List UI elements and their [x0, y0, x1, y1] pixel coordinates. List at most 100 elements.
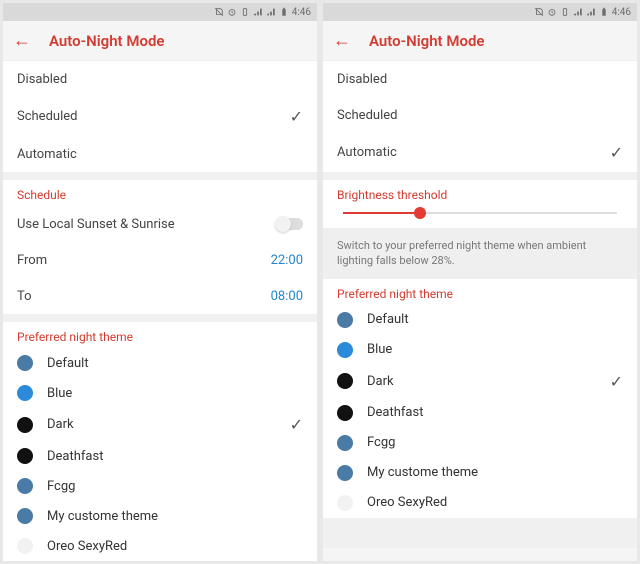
signal-icon — [253, 7, 263, 17]
theme-row[interactable]: Oreo SexyRed — [3, 531, 317, 561]
from-row[interactable]: From 22:00 — [3, 242, 317, 278]
to-row[interactable]: To 08:00 — [3, 278, 317, 314]
theme-swatch — [17, 508, 33, 524]
theme-swatch — [17, 538, 33, 554]
theme-swatch — [337, 495, 353, 511]
theme-label: Deathfast — [367, 405, 623, 420]
theme-swatch — [17, 385, 33, 401]
theme-label: Blue — [367, 342, 623, 357]
theme-row[interactable]: Fcgg — [323, 428, 637, 458]
signal-icon-2 — [586, 7, 596, 17]
screen-automatic: 4:46 ← Auto-Night Mode Disabled Schedule… — [323, 3, 637, 561]
theme-row[interactable]: Dark ✓ — [3, 408, 317, 441]
theme-row[interactable]: Blue — [323, 335, 637, 365]
theme-row[interactable]: Dark ✓ — [323, 365, 637, 398]
theme-label: Fcgg — [47, 479, 303, 494]
theme-list-right: Default Blue Dark ✓ Deathfast Fcgg My custome … — [323, 305, 637, 518]
mode-label: Scheduled — [337, 108, 397, 123]
theme-row[interactable]: Default — [3, 348, 317, 378]
signal-icon-2 — [266, 7, 276, 17]
theme-swatch — [17, 417, 33, 433]
mode-automatic[interactable]: Automatic — [3, 136, 317, 172]
mode-label: Disabled — [17, 72, 67, 87]
slider-fill — [343, 212, 420, 214]
page-title: Auto-Night Mode — [49, 32, 164, 50]
theme-swatch — [337, 342, 353, 358]
mode-label: Scheduled — [17, 109, 77, 124]
to-label: To — [17, 289, 32, 304]
alarm-icon — [227, 7, 237, 17]
mode-scheduled[interactable]: Scheduled ✓ — [3, 97, 317, 136]
theme-label: My custome theme — [47, 509, 303, 524]
brightness-header: Brightness threshold — [323, 180, 637, 206]
theme-label: Oreo SexyRed — [47, 539, 303, 554]
theme-swatch — [337, 373, 353, 389]
page-title: Auto-Night Mode — [369, 32, 484, 50]
mode-label: Automatic — [337, 145, 397, 160]
theme-label: Dark — [47, 417, 276, 432]
mode-label: Disabled — [337, 72, 387, 87]
check-icon: ✓ — [610, 143, 623, 162]
theme-row[interactable]: My custome theme — [323, 458, 637, 488]
check-icon: ✓ — [610, 372, 623, 391]
theme-label: Default — [367, 312, 623, 327]
theme-swatch — [17, 355, 33, 371]
brightness-hint: Switch to your preferred night theme whe… — [323, 228, 637, 279]
from-value: 22:00 — [271, 253, 303, 268]
status-time: 4:46 — [612, 7, 631, 18]
from-label: From — [17, 253, 47, 268]
theme-label: Fcgg — [367, 435, 623, 450]
theme-label: Deathfast — [47, 449, 303, 464]
brightness-slider[interactable] — [343, 212, 617, 214]
mode-list: Disabled Scheduled ✓ Automatic — [3, 61, 317, 172]
back-icon[interactable]: ← — [333, 30, 351, 51]
screen-scheduled: 4:46 ← Auto-Night Mode Disabled Schedule… — [3, 3, 317, 561]
theme-swatch — [337, 435, 353, 451]
theme-row[interactable]: Fcgg — [3, 471, 317, 501]
theme-row[interactable]: Deathfast — [323, 398, 637, 428]
theme-row[interactable]: Blue — [3, 378, 317, 408]
no-sim-icon — [214, 7, 224, 17]
alarm-icon — [547, 7, 557, 17]
local-sunset-label: Use Local Sunset & Sunrise — [17, 217, 175, 232]
mode-disabled[interactable]: Disabled — [3, 61, 317, 97]
theme-list-left: Default Blue Dark ✓ Deathfast Fcgg My custome … — [3, 348, 317, 561]
vibrate-icon — [240, 7, 250, 17]
theme-header: Preferred night theme — [323, 279, 637, 305]
to-value: 08:00 — [271, 289, 303, 304]
mode-scheduled[interactable]: Scheduled — [323, 97, 637, 133]
schedule-header: Schedule — [3, 180, 317, 206]
check-icon: ✓ — [290, 107, 303, 126]
theme-label: Oreo SexyRed — [367, 495, 623, 510]
theme-label: My custome theme — [367, 465, 623, 480]
theme-swatch — [17, 448, 33, 464]
back-icon[interactable]: ← — [13, 30, 31, 51]
battery-icon — [599, 7, 609, 17]
title-bar: ← Auto-Night Mode — [323, 21, 637, 61]
theme-row[interactable]: My custome theme — [3, 501, 317, 531]
theme-label: Blue — [47, 386, 303, 401]
theme-row[interactable]: Oreo SexyRed — [323, 488, 637, 518]
brightness-slider-wrap — [323, 206, 637, 228]
theme-row[interactable]: Default — [323, 305, 637, 335]
check-icon: ✓ — [290, 415, 303, 434]
theme-swatch — [17, 478, 33, 494]
status-time: 4:46 — [292, 7, 311, 18]
theme-row[interactable]: Deathfast — [3, 441, 317, 471]
slider-thumb[interactable] — [414, 207, 426, 219]
theme-label: Dark — [367, 374, 596, 389]
status-bar: 4:46 — [323, 3, 637, 21]
battery-icon — [279, 7, 289, 17]
theme-header: Preferred night theme — [3, 322, 317, 348]
mode-disabled[interactable]: Disabled — [323, 61, 637, 97]
theme-swatch — [337, 405, 353, 421]
mode-label: Automatic — [17, 147, 77, 162]
switch-toggle[interactable] — [275, 218, 303, 230]
local-sunset-row[interactable]: Use Local Sunset & Sunrise — [3, 206, 317, 242]
vibrate-icon — [560, 7, 570, 17]
no-sim-icon — [534, 7, 544, 17]
mode-list: Disabled Scheduled Automatic ✓ — [323, 61, 637, 172]
theme-swatch — [337, 465, 353, 481]
mode-automatic[interactable]: Automatic ✓ — [323, 133, 637, 172]
status-bar: 4:46 — [3, 3, 317, 21]
